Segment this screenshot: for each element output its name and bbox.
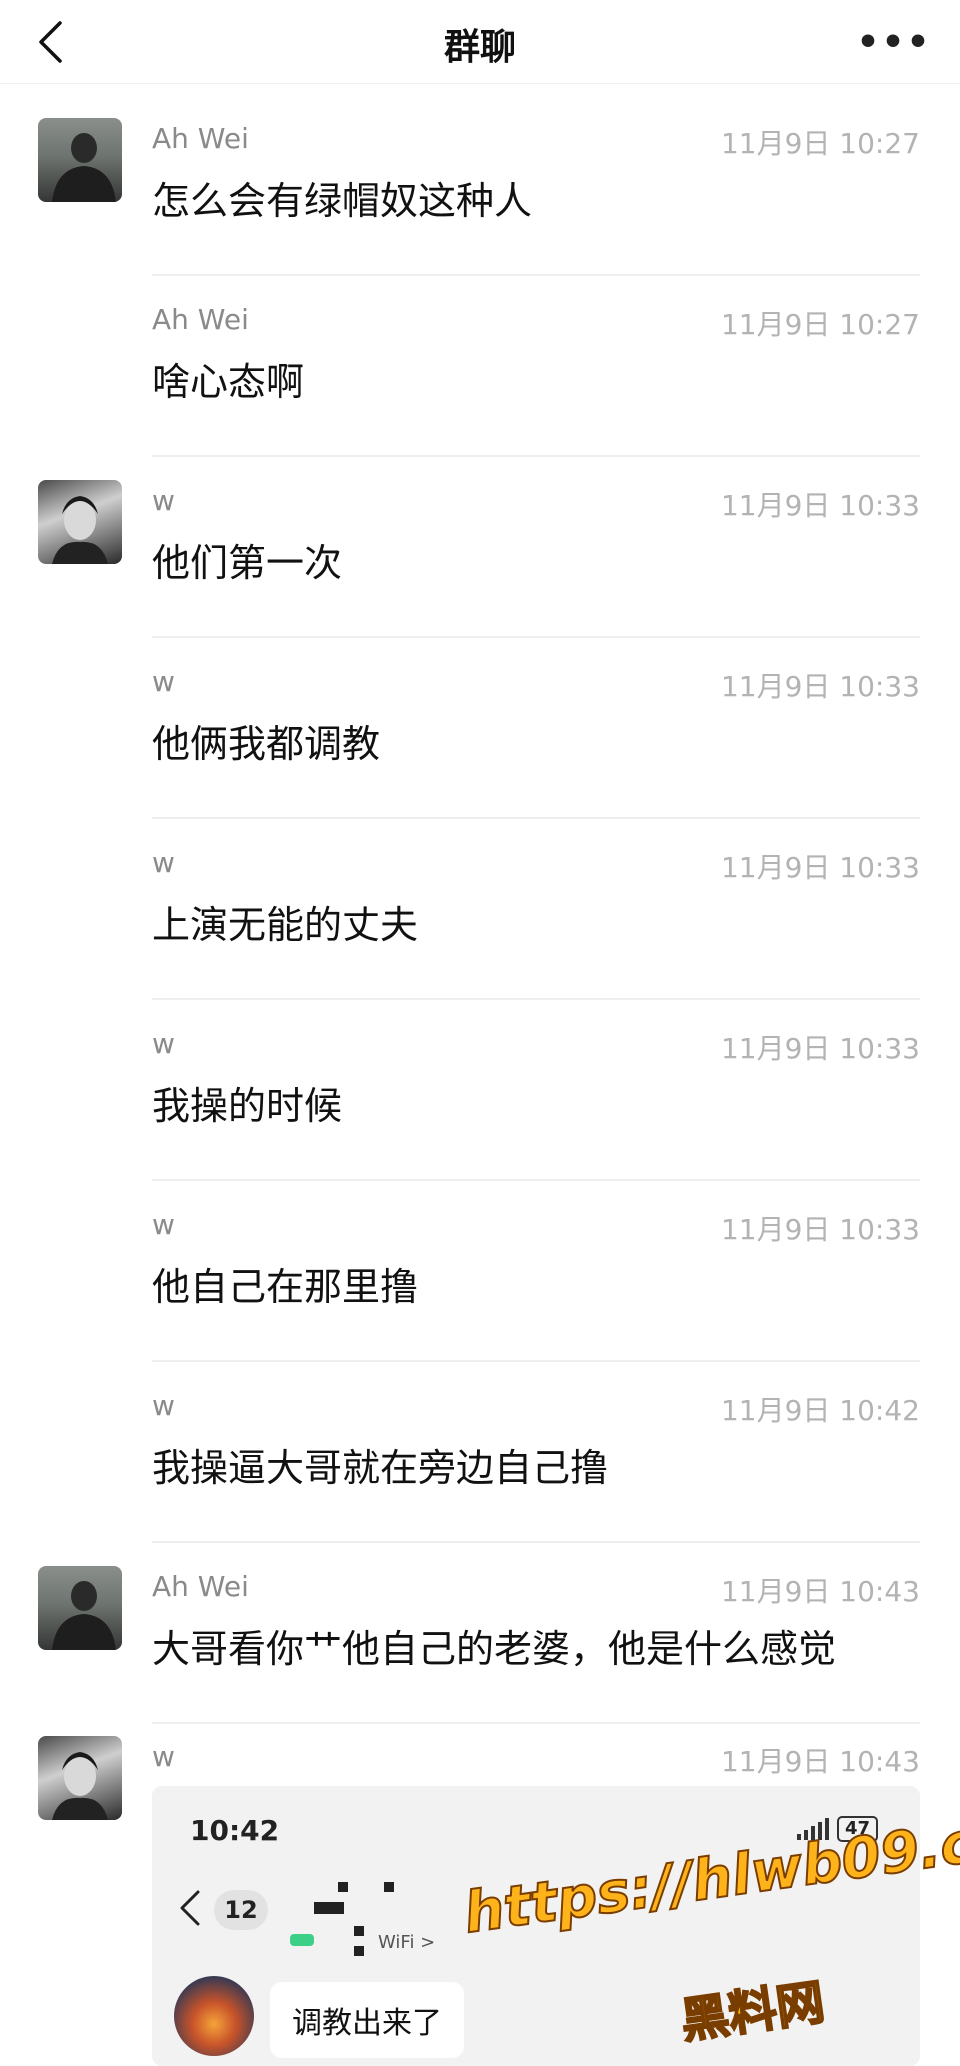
message-text: 他们第一次 [152,541,343,585]
message-row: Ah Wei 11月9日 10:27 怎么会有绿帽奴这种人 [0,94,960,276]
message-time: 11月9日 10:33 [720,1032,920,1065]
sender-name: w [152,1740,175,1773]
message-time: 11月9日 10:33 [720,1213,920,1246]
message-time: 11月9日 10:33 [720,851,920,884]
status-right: 47 [796,1816,878,1842]
person-photo-icon [52,1752,108,1820]
status-time: 10:42 [190,1814,280,1847]
message-text: 我操的时候 [152,1084,343,1128]
message-time: 11月9日 10:27 [720,127,920,160]
person-photo-icon [52,1581,116,1650]
sender-name: w [152,665,175,698]
message-text: 我操逼大哥就在旁边自己撸 [152,1446,609,1490]
sender-name: Ah Wei [152,303,249,336]
message-text: 怎么会有绿帽奴这种人 [152,179,533,223]
more-options-button[interactable]: ••• [856,20,929,64]
sender-name: w [152,846,175,879]
sender-name: Ah Wei [152,122,249,155]
avatar[interactable] [38,480,122,564]
sender-name: w [152,1208,175,1241]
message-text: 大哥看你艹他自己的老婆，他是什么感觉 [152,1627,837,1671]
message-row: Ah Wei 11月9日 10:43 大哥看你艹他自己的老婆，他是什么感觉 [0,1542,960,1724]
message-time: 11月9日 10:43 [720,1575,920,1608]
message-text: 啥心态啊 [152,360,305,404]
unread-badge: 12 [214,1890,268,1930]
message-text: 上演无能的丈夫 [152,903,419,947]
message-time: 11月9日 10:33 [720,489,920,522]
redaction-mark [354,1946,364,1956]
battery-indicator: 47 [836,1816,878,1842]
redaction-mark [338,1882,348,1892]
person-photo-icon [52,496,108,564]
message-row: w 11月9日 10:33 他自己在那里撸 [0,1180,960,1362]
person-photo-icon [52,133,116,202]
sunset-avatar [174,1976,254,2056]
avatar[interactable] [38,1566,122,1650]
top-bar: 群聊 ••• [0,0,960,84]
message-time: 11月9日 10:33 [720,670,920,703]
signal-icon [796,1818,829,1840]
sender-name: w [152,1389,175,1422]
redaction-mark [314,1902,344,1914]
message-time: 11月9日 10:42 [720,1394,920,1427]
message-text: 他自己在那里撸 [152,1265,419,1309]
message-time: 11月9日 10:43 [720,1745,920,1778]
message-time: 11月9日 10:27 [720,308,920,341]
wifi-label: WiFi > [378,1932,436,1953]
sender-name: w [152,1027,175,1060]
sender-name: w [152,484,175,517]
redaction-mark [384,1882,394,1892]
status-indicator [290,1934,314,1946]
message-text: 他俩我都调教 [152,722,381,766]
chat-title: 群聊 [443,27,516,68]
sender-name: Ah Wei [152,1570,249,1603]
avatar[interactable] [38,118,122,202]
message-row: w 11月9日 10:33 上演无能的丈夫 [0,818,960,1000]
message-row: w 11月9日 10:33 我操的时候 [0,999,960,1181]
message-row: w 11月9日 10:33 他俩我都调教 [0,637,960,819]
chevron-left-icon [180,1890,200,1926]
message-row: Ah Wei 11月9日 10:27 啥心态啊 [0,275,960,457]
avatar[interactable] [38,1736,122,1820]
message-row: w 11月9日 10:33 他们第一次 [0,456,960,638]
redaction-mark [354,1926,364,1936]
message-bubble: 调教出来了 [270,1982,464,2058]
screenshot-image[interactable]: 10:42 47 12 WiFi > 调教出来了 [152,1786,920,2066]
message-row: w 11月9日 10:42 我操逼大哥就在旁边自己撸 [0,1361,960,1543]
